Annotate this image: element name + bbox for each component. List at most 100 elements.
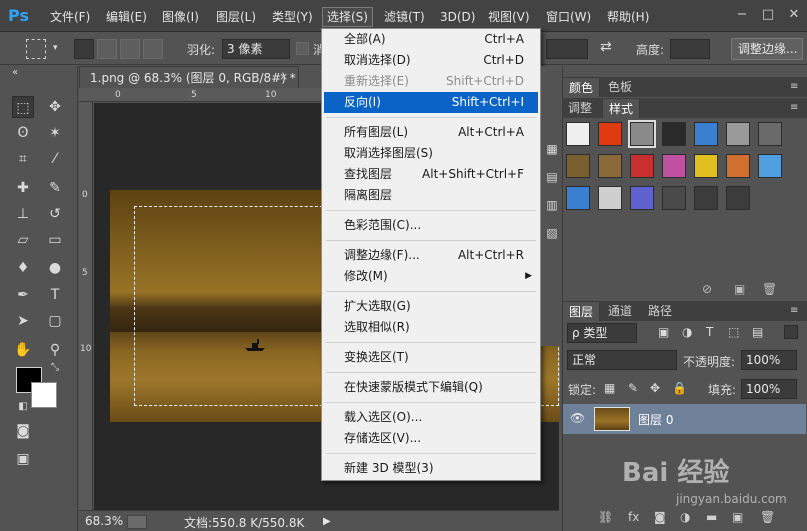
- screen-mode-icon[interactable]: ▣: [12, 448, 34, 470]
- panel-icon[interactable]: ▧: [541, 222, 563, 244]
- style-swatch[interactable]: [694, 154, 718, 178]
- dodge-tool-icon[interactable]: ●: [44, 257, 66, 279]
- menu-select-all[interactable]: 全部(A) Ctrl+A: [324, 29, 538, 50]
- new-layer-icon[interactable]: ▣: [732, 510, 743, 530]
- collapse-arrows-icon[interactable]: «: [4, 66, 26, 80]
- move-tool-icon[interactable]: ✥: [44, 96, 66, 118]
- style-swatch[interactable]: [630, 186, 654, 210]
- eyedropper-tool-icon[interactable]: ⁄: [44, 148, 66, 170]
- lock-transparent-icon[interactable]: ▦: [604, 381, 615, 395]
- feather-input[interactable]: 3 像素: [222, 39, 290, 59]
- lock-pixels-icon[interactable]: ✎: [628, 381, 638, 395]
- panel-icon[interactable]: ▥: [541, 194, 563, 216]
- delete-layer-icon[interactable]: 🗑: [760, 510, 775, 530]
- height-input[interactable]: [670, 39, 710, 59]
- shape-tool-icon[interactable]: ▢: [44, 310, 66, 332]
- history-brush-tool-icon[interactable]: ↺: [44, 203, 66, 225]
- eraser-tool-icon[interactable]: ▱: [12, 229, 34, 251]
- panel-menu-icon[interactable]: ≡: [784, 77, 804, 97]
- panel-icon[interactable]: ▤: [541, 166, 563, 188]
- style-swatch[interactable]: [598, 122, 622, 146]
- menu-quick-mask[interactable]: 在快速蒙版模式下编辑(Q): [324, 377, 538, 398]
- width-input[interactable]: [546, 39, 588, 59]
- type-tool-icon[interactable]: T: [44, 284, 66, 306]
- tab-color[interactable]: 颜色: [562, 77, 601, 97]
- filter-pixel-icon[interactable]: ▣: [658, 325, 669, 339]
- maximize-icon[interactable]: □: [760, 7, 776, 23]
- tab-adjustments[interactable]: 调整: [562, 98, 598, 118]
- intersect-selection-icon[interactable]: [143, 39, 163, 59]
- tab-paths[interactable]: 路径: [642, 301, 678, 321]
- filter-toggle[interactable]: [784, 325, 798, 339]
- style-swatch[interactable]: [726, 154, 750, 178]
- fill-input[interactable]: 100%: [741, 379, 797, 399]
- hand-tool-icon[interactable]: ✋: [12, 339, 34, 361]
- gradient-tool-icon[interactable]: ▭: [44, 229, 66, 251]
- new-group-icon[interactable]: ▬: [706, 510, 717, 530]
- link-layers-icon[interactable]: ⛓: [598, 510, 613, 530]
- lock-all-icon[interactable]: 🔒: [672, 381, 687, 395]
- menu-select[interactable]: 选择(S): [322, 7, 373, 27]
- clear-style-icon[interactable]: ⊘: [702, 282, 712, 296]
- healing-brush-tool-icon[interactable]: ✚: [12, 177, 34, 199]
- menu-inverse[interactable]: 反向(I) Shift+Ctrl+I: [324, 92, 538, 113]
- document-tab-close-icon[interactable]: ×: [279, 66, 295, 88]
- lasso-tool-icon[interactable]: ʘ: [12, 122, 34, 144]
- menu-color-range[interactable]: 色彩范围(C)...: [324, 215, 538, 236]
- minimize-icon[interactable]: −: [734, 7, 750, 23]
- tab-layers[interactable]: 图层: [562, 301, 601, 321]
- menu-edit[interactable]: 编辑(E): [102, 7, 151, 27]
- menu-find-layers[interactable]: 查找图层 Alt+Shift+Ctrl+F: [324, 164, 538, 185]
- panel-menu-icon[interactable]: ≡: [784, 301, 804, 321]
- menu-save-selection[interactable]: 存储选区(V)...: [324, 428, 538, 449]
- eye-icon[interactable]: 👁: [570, 411, 585, 425]
- magic-wand-tool-icon[interactable]: ✶: [44, 122, 66, 144]
- tab-channels[interactable]: 通道: [602, 301, 638, 321]
- background-color-swatch[interactable]: [31, 382, 57, 408]
- layer-style-icon[interactable]: fx: [628, 510, 639, 530]
- style-swatch[interactable]: [630, 154, 654, 178]
- style-none-swatch[interactable]: [566, 122, 590, 146]
- crop-tool-icon[interactable]: ⌗: [12, 148, 34, 170]
- style-swatch[interactable]: [726, 122, 750, 146]
- zoom-level[interactable]: 68.3%: [85, 514, 123, 528]
- menu-help[interactable]: 帮助(H): [603, 7, 653, 27]
- panel-icon[interactable]: ▦: [541, 138, 563, 160]
- new-selection-icon[interactable]: [74, 39, 94, 59]
- menu-refine-edge[interactable]: 调整边缘(F)... Alt+Ctrl+R: [324, 245, 538, 266]
- blur-tool-icon[interactable]: ♦: [12, 257, 34, 279]
- menu-isolate-layers[interactable]: 隔离图层: [324, 185, 538, 206]
- tab-swatches[interactable]: 色板: [602, 77, 638, 97]
- layer-filter-kind[interactable]: ρ 类型: [567, 323, 637, 343]
- menu-reselect[interactable]: 重新选择(E) Shift+Ctrl+D: [324, 71, 538, 92]
- menu-similar[interactable]: 选取相似(R): [324, 317, 538, 338]
- add-to-selection-icon[interactable]: [97, 39, 117, 59]
- add-mask-icon[interactable]: ◙: [654, 510, 666, 530]
- style-swatch[interactable]: [662, 154, 686, 178]
- menu-all-layers[interactable]: 所有图层(L) Alt+Ctrl+A: [324, 122, 538, 143]
- lock-position-icon[interactable]: ✥: [650, 381, 660, 395]
- status-menu-arrow-icon[interactable]: ▶: [323, 516, 331, 527]
- swap-colors-icon[interactable]: ⤡: [44, 357, 66, 379]
- style-swatch[interactable]: [566, 186, 590, 210]
- menu-transform-selection[interactable]: 变换选区(T): [324, 347, 538, 368]
- menu-3d[interactable]: 3D(D): [436, 7, 479, 27]
- menu-type[interactable]: 类型(Y): [268, 7, 317, 27]
- layer-name[interactable]: 图层 0: [638, 411, 673, 428]
- menu-new-3d-model[interactable]: 新建 3D 模型(3): [324, 458, 538, 479]
- brush-tool-icon[interactable]: ✎: [44, 177, 66, 199]
- document-tab[interactable]: 1.png @ 68.3% (图层 0, RGB/8#) *: [79, 66, 299, 88]
- new-style-icon[interactable]: ▣: [734, 282, 745, 296]
- close-icon[interactable]: ✕: [786, 7, 802, 23]
- menu-image[interactable]: 图像(I): [158, 7, 203, 27]
- filter-adjustment-icon[interactable]: ◑: [682, 325, 692, 339]
- style-swatch[interactable]: [694, 186, 718, 210]
- menu-load-selection[interactable]: 载入选区(O)...: [324, 407, 538, 428]
- adjustment-layer-icon[interactable]: ◑: [680, 510, 690, 530]
- rect-marquee-preset-icon[interactable]: [26, 39, 46, 59]
- blend-mode-select[interactable]: 正常: [567, 350, 677, 370]
- style-swatch[interactable]: [598, 186, 622, 210]
- style-swatch[interactable]: [628, 120, 656, 148]
- style-swatch[interactable]: [598, 154, 622, 178]
- delete-style-icon[interactable]: 🗑: [762, 282, 777, 296]
